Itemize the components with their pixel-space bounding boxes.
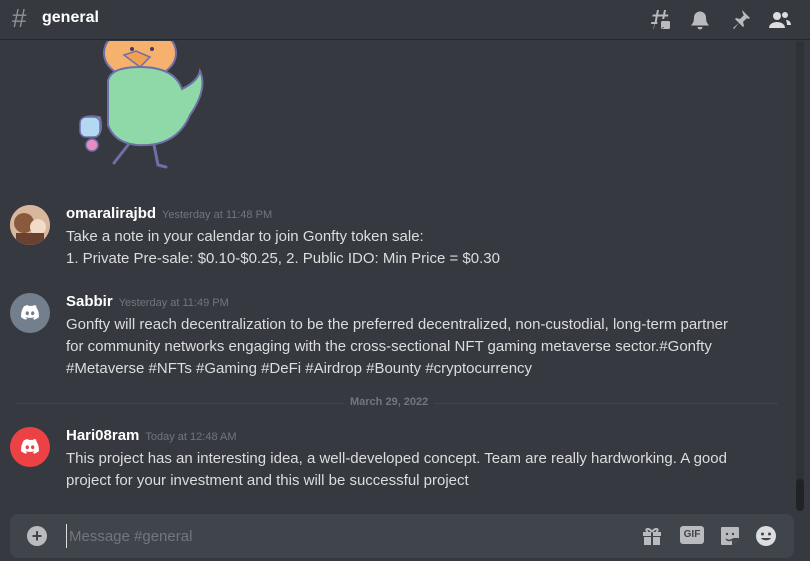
message-body: This project has an interesting idea, a … — [66, 448, 766, 492]
discord-logo-icon — [21, 305, 39, 320]
username[interactable]: Hari08ram — [66, 427, 139, 444]
scrollbar-thumb[interactable] — [796, 479, 804, 511]
timestamp: Yesterday at 11:49 PM — [118, 297, 229, 309]
message-body: Take a note in your calendar to join Gon… — [66, 226, 766, 270]
message-line: This project has an interesting idea, a … — [66, 450, 727, 467]
message-line: Gonfty will reach decentralization to be… — [66, 316, 729, 333]
message-input[interactable] — [66, 524, 626, 548]
discord-logo-icon — [21, 439, 39, 454]
add-attachment-button[interactable]: + — [27, 526, 47, 546]
members-icon[interactable] — [768, 8, 792, 32]
channel-header: # general — [0, 0, 810, 40]
bell-icon[interactable] — [688, 8, 712, 32]
date-divider-label: March 29, 2022 — [344, 396, 435, 408]
emoji-icon[interactable] — [754, 524, 778, 548]
message-list[interactable]: omaralirajbd Yesterday at 11:48 PM Take a… — [0, 41, 810, 511]
avatar[interactable] — [10, 205, 50, 245]
username[interactable]: omaralirajbd — [66, 205, 156, 222]
pin-icon[interactable] — [728, 8, 752, 32]
avatar[interactable] — [10, 427, 50, 467]
message-line: #Metaverse #NFTs #Gaming #DeFi #Airdrop … — [66, 360, 533, 377]
sticker-icon[interactable] — [718, 524, 742, 548]
message-composer: + GIF — [10, 514, 794, 558]
message-line: for community networks engaging with the… — [66, 338, 712, 355]
avatar[interactable] — [10, 293, 50, 333]
timestamp: Today at 12:48 AM — [145, 431, 237, 443]
message-line: 1. Private Pre-sale: $0.10-$0.25, 2. Pub… — [66, 250, 500, 267]
channel-hash-icon: # — [12, 3, 27, 33]
hashtag-threads-icon[interactable] — [648, 8, 672, 32]
message-line: project for your investment and this wil… — [66, 472, 469, 489]
gift-icon[interactable] — [640, 524, 664, 548]
timestamp: Yesterday at 11:48 PM — [162, 209, 273, 221]
message-line: Take a note in your calendar to join Gon… — [66, 228, 424, 245]
username[interactable]: Sabbir — [66, 293, 113, 310]
message-body: Gonfty will reach decentralization to be… — [66, 314, 766, 380]
gif-button[interactable]: GIF — [680, 526, 704, 544]
scrollbar-track[interactable] — [796, 41, 804, 511]
bird-sticker-image — [79, 41, 204, 169]
channel-name: general — [42, 9, 99, 26]
